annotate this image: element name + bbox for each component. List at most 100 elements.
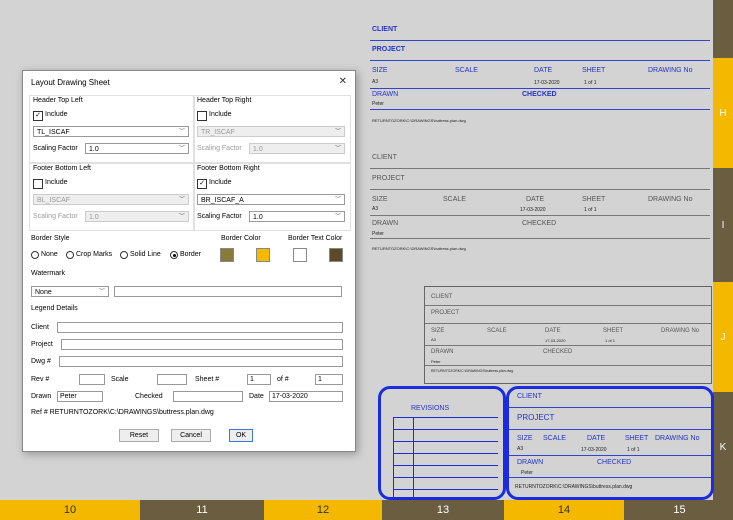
legend-sheet-input[interactable]: 1	[247, 374, 271, 385]
border-color-swatch-2[interactable]	[256, 248, 270, 262]
tb3-line	[425, 345, 711, 346]
tb3-line	[425, 305, 711, 306]
htl-scale-select[interactable]: 1.0 ﹀	[85, 143, 189, 154]
legend-date-input[interactable]: 17-03-2020	[269, 391, 343, 402]
legend-rev-input[interactable]	[79, 374, 105, 385]
tb2-scale-label: SCALE	[443, 196, 466, 203]
border-zone-15: 15	[626, 500, 733, 520]
legend-client-label: Client	[31, 324, 49, 331]
tb2-ref: RETURNTOZORK\C:\DRAWINGS\buttress.plan.d…	[372, 246, 466, 251]
tb3-sheet-label: SHEET	[603, 328, 624, 334]
legend-ref: Ref # RETURNTOZORK\C:\DRAWINGS\buttress.…	[31, 409, 214, 416]
legend-drawn-input[interactable]: Peter	[57, 391, 103, 402]
border-style-label-none: None	[41, 251, 58, 258]
border-zone-14: 14	[504, 500, 624, 520]
legend-of-input[interactable]: 1	[315, 374, 343, 385]
tb1-line	[370, 60, 710, 61]
tb2-drawing-no-label: DRAWING No	[648, 196, 693, 203]
sheet-border-right: H I J K	[713, 0, 733, 500]
ok-button[interactable]: OK	[229, 429, 253, 442]
chevron-down-icon: ﹀	[178, 197, 185, 203]
watermark-text-input[interactable]	[114, 286, 342, 297]
tb1-checked-label: CHECKED	[522, 91, 557, 98]
border-style-radio-none[interactable]	[31, 251, 39, 259]
close-icon[interactable]: ✕	[339, 76, 347, 87]
tb1-scale-label: SCALE	[455, 67, 478, 74]
legend-heading: Legend Details	[31, 305, 78, 312]
tb2-date-label: DATE	[526, 196, 545, 203]
tb3-drawing-no-label: DRAWING No	[661, 328, 700, 334]
legend-project-label: Project	[31, 341, 53, 348]
tb3-drawn-value: Peter	[431, 359, 441, 364]
border-text-color-swatch-2[interactable]	[329, 248, 343, 262]
border-zone-h: H	[713, 58, 733, 168]
fbr-include-label: Include	[209, 179, 232, 186]
htl-scale-label: Scaling Factor	[33, 145, 78, 152]
tb1-drawn-value: Peter	[372, 101, 384, 107]
htr-select-value: TR_ISCAF	[201, 129, 235, 136]
legend-client-input[interactable]	[57, 322, 343, 333]
border-color-heading: Border Color	[221, 235, 261, 242]
border-style-radio-border[interactable]	[170, 251, 178, 259]
chevron-down-icon: ﹀	[98, 289, 105, 295]
chevron-down-icon: ﹀	[178, 146, 185, 152]
tb4-client-label: CLIENT	[517, 393, 542, 400]
htr-scale-select[interactable]: 1.0 ﹀	[249, 143, 345, 154]
tb2-sheet-value: 1 of 1	[584, 207, 597, 213]
tb4-drawn-label: DRAWN	[517, 459, 544, 466]
fbl-select-value: BL_ISCAF	[37, 197, 71, 204]
border-zone-10: 10	[0, 500, 140, 520]
tb3-client-label: CLIENT	[431, 294, 453, 300]
tb2-line	[370, 215, 710, 216]
htl-scale-value: 1.0	[89, 146, 99, 153]
tb4-line	[509, 429, 711, 430]
tb1-ref: RETURNTOZORK\C:\DRAWINGS\buttress.plan.d…	[372, 118, 466, 123]
tb4-size-label: SIZE	[517, 435, 533, 442]
cancel-button[interactable]: Cancel	[171, 429, 211, 442]
tb2-line	[370, 238, 710, 239]
border-color-swatch-1[interactable]	[220, 248, 234, 262]
fbr-include-checkbox[interactable]: ✓	[197, 179, 207, 189]
dialog-title: Layout Drawing Sheet	[31, 78, 110, 87]
tb1-line	[370, 88, 710, 89]
tb4-drawing-no-label: DRAWING No	[655, 435, 700, 442]
tb3-ref: RETURNTOZORK\C:\DRAWINGS\buttress.plan.d…	[431, 369, 514, 373]
fbl-scale-label: Scaling Factor	[33, 213, 78, 220]
fbr-select[interactable]: BR_ISCAF_A ﹀	[197, 194, 345, 205]
tb4-date-label: DATE	[587, 435, 606, 442]
border-style-label-solid-line: Solid Line	[130, 251, 161, 258]
tb1-size-value: A3	[372, 79, 379, 85]
legend-rev-label: Rev #	[31, 376, 50, 383]
tb1-date-label: DATE	[534, 67, 553, 74]
fbl-include-label: Include	[45, 179, 68, 186]
legend-dwg-input[interactable]	[59, 356, 343, 367]
footer-bottom-left-heading: Footer Bottom Left	[33, 165, 91, 172]
tb4-line	[509, 455, 711, 456]
htl-select-value: TL_ISCAF	[37, 129, 70, 136]
htr-include-checkbox[interactable]	[197, 111, 207, 121]
border-style-radio-crop-marks[interactable]	[66, 251, 74, 259]
fbl-include-checkbox[interactable]	[33, 179, 43, 189]
legend-checked-input[interactable]	[173, 391, 243, 402]
border-zone-12: 12	[264, 500, 382, 520]
htl-include-checkbox[interactable]: ✓	[33, 111, 43, 121]
border-text-color-swatch-1[interactable]	[293, 248, 307, 262]
htr-select[interactable]: TR_ISCAF ﹀	[197, 126, 345, 137]
fbr-scale-select[interactable]: 1.0 ﹀	[249, 211, 345, 222]
sheet-border-bottom: 10 11 12 13 14 15	[0, 500, 733, 520]
tb2-sheet-label: SHEET	[582, 196, 606, 203]
watermark-select[interactable]: None ﹀	[31, 286, 109, 297]
legend-project-input[interactable]	[61, 339, 343, 350]
legend-scale-input[interactable]	[157, 374, 187, 385]
reset-button[interactable]: Reset	[119, 429, 159, 442]
tb1-date-value: 17-03-2020	[534, 80, 560, 86]
tb3-date-value: 17-03-2020	[545, 338, 566, 343]
legend-dwg-label: Dwg #	[31, 358, 51, 365]
fbl-select[interactable]: BL_ISCAF ﹀	[33, 194, 189, 205]
fbl-scale-select[interactable]: 1.0 ﹀	[85, 211, 189, 222]
htl-select[interactable]: TL_ISCAF ﹀	[33, 126, 189, 137]
tb4-size-value: A3	[517, 446, 524, 452]
border-zone-i: I	[713, 170, 733, 280]
header-top-right-heading: Header Top Right	[197, 97, 252, 104]
border-style-radio-solid-line[interactable]	[120, 251, 128, 259]
